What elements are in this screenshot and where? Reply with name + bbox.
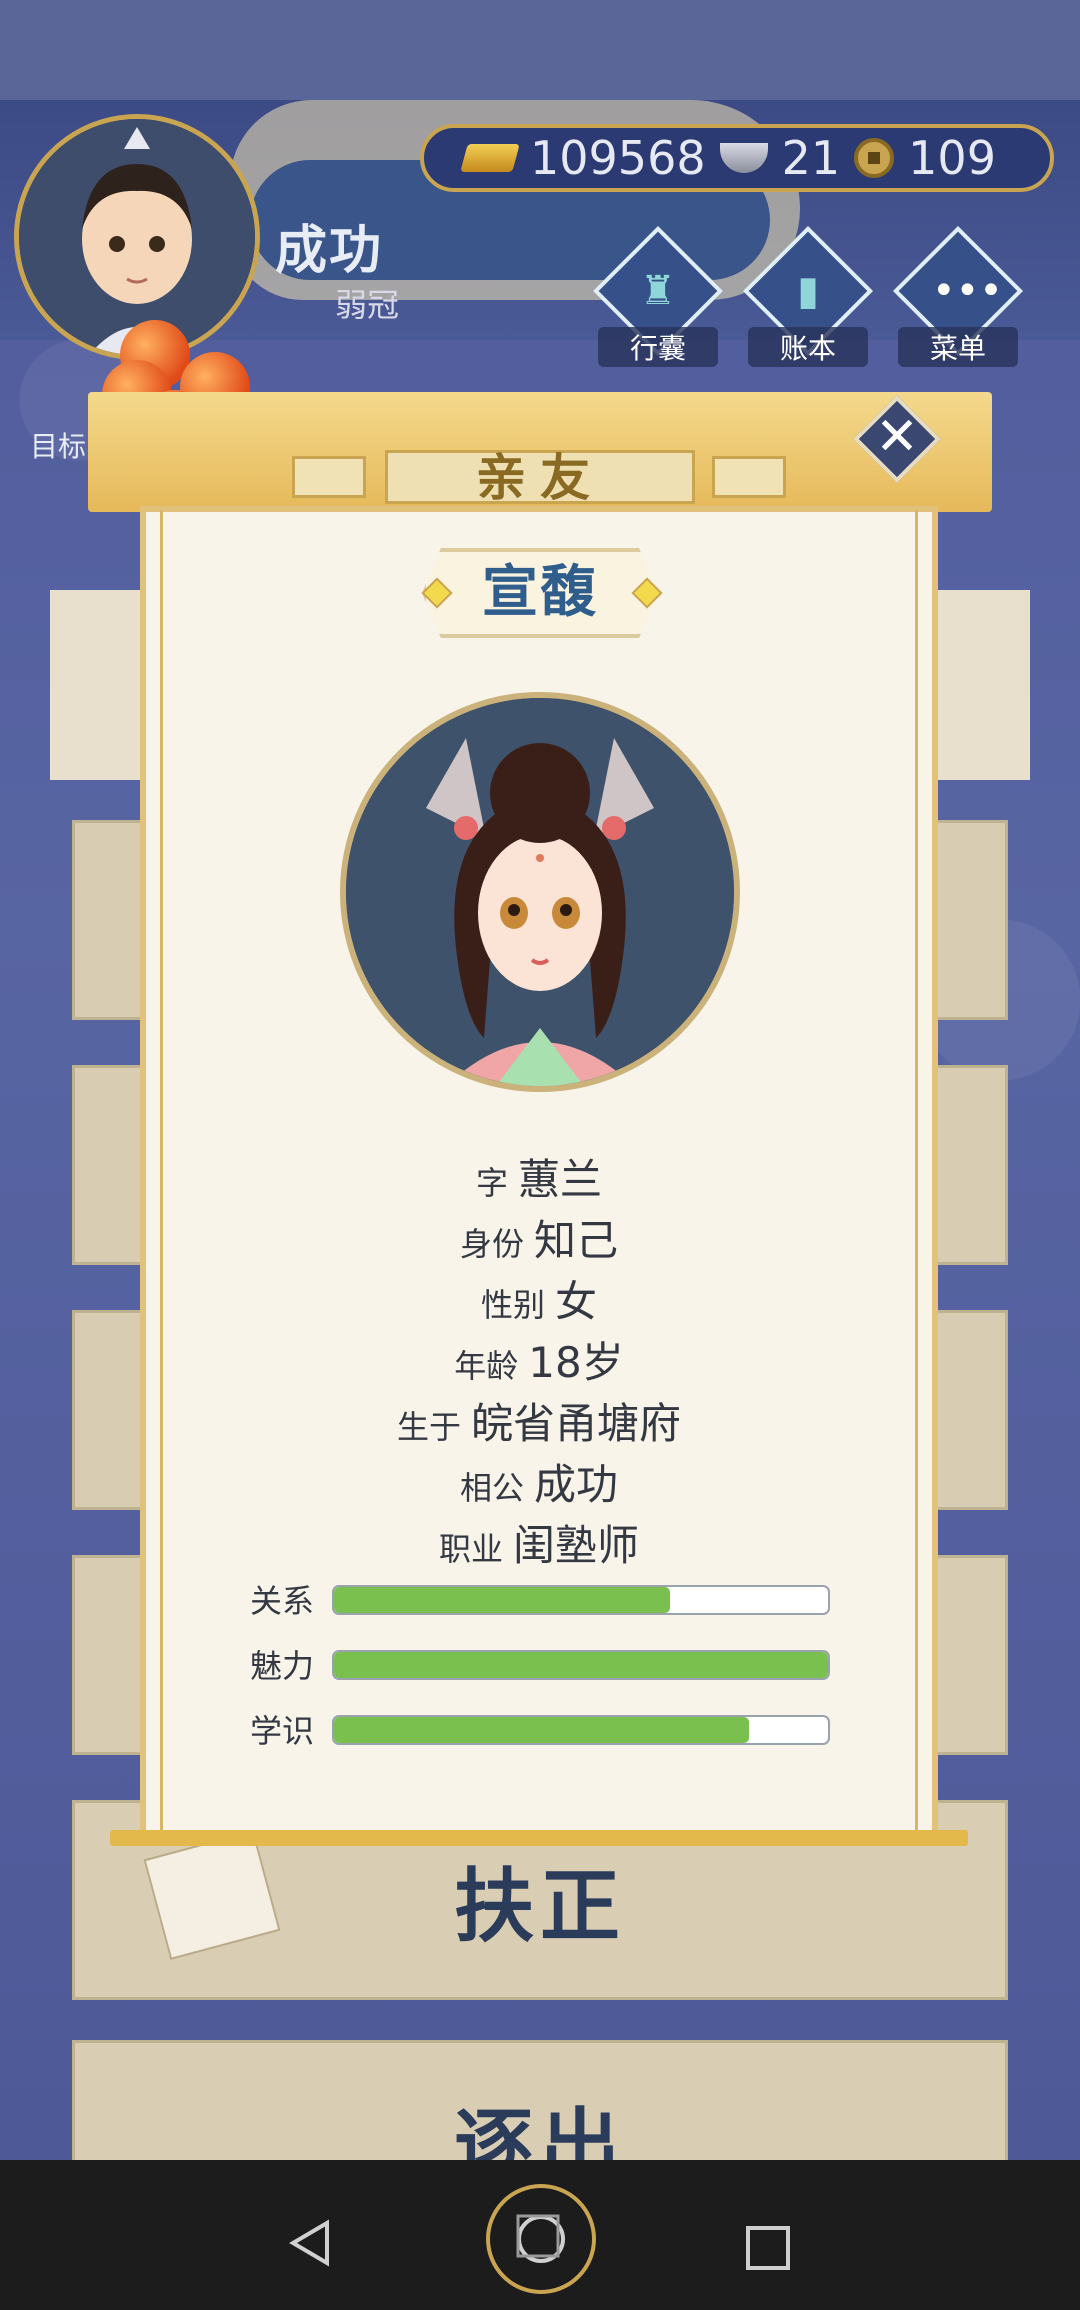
ledger-icon: ▮ (796, 268, 819, 314)
info-label: 字 (475, 1164, 508, 1202)
ledger-button[interactable]: ▮ 账本 (742, 225, 874, 367)
close-icon[interactable]: ✕ (864, 404, 930, 470)
stat-relationship: 关系 (250, 1581, 830, 1621)
info-row-age: 年龄 18岁 (140, 1329, 938, 1390)
info-value: 皖省甬塘府 (471, 1399, 682, 1448)
stat-knowledge: 学识 (250, 1711, 830, 1751)
bag-label: 行囊 (598, 327, 718, 367)
status-bar (0, 0, 1080, 100)
silver-ingot-icon (719, 143, 768, 173)
player-name: 成功 (275, 221, 384, 281)
gold-amount: 109568 (530, 131, 706, 185)
info-label: 年龄 (454, 1347, 519, 1385)
ledger-label: 账本 (748, 327, 868, 367)
player-rank: 弱冠 (335, 286, 400, 324)
currency-bar: 109568 21 109 (420, 124, 1054, 192)
header-ornament (292, 456, 366, 498)
info-label: 性别 (480, 1286, 545, 1324)
info-row-husband: 相公 成功 (140, 1451, 938, 1512)
coin-amount: 109 (908, 131, 996, 185)
stat-bar-track (332, 1715, 830, 1745)
info-label: 职业 (438, 1530, 503, 1568)
stat-label: 学识 (250, 1712, 315, 1750)
bag-button[interactable]: ♜ 行囊 (592, 225, 724, 367)
more-icon: ••• (932, 268, 1003, 314)
info-label: 相公 (459, 1469, 524, 1507)
character-portrait (340, 692, 740, 1092)
info-row-occupation: 职业 闺塾师 (140, 1512, 938, 1573)
info-label: 身份 (459, 1225, 524, 1263)
info-row-gender: 性别女 (140, 1268, 938, 1329)
info-value: 18岁 (528, 1338, 624, 1387)
target-label[interactable]: 目标 (30, 425, 86, 465)
stat-label: 关系 (250, 1582, 315, 1620)
stat-bar-track (332, 1650, 830, 1680)
dialog-title: 亲友 (385, 450, 695, 504)
silver-amount: 21 (781, 131, 841, 185)
stat-bar-fill (334, 1587, 670, 1613)
header-ornament (712, 456, 786, 498)
info-label: 生于 (396, 1408, 461, 1446)
stat-charm: 魅力 (250, 1646, 830, 1686)
recent-apps-icon[interactable] (746, 2226, 790, 2270)
stat-bar-fill (334, 1652, 828, 1678)
home-button[interactable] (486, 2184, 596, 2294)
copper-coin-icon (854, 138, 895, 178)
info-row-birthplace: 生于 皖省甬塘府 (140, 1390, 938, 1451)
info-value: 成功 (534, 1460, 619, 1509)
info-value: 闺塾师 (513, 1521, 640, 1570)
info-value: 知己 (534, 1216, 619, 1265)
menu-button[interactable]: ••• 菜单 (892, 225, 1024, 367)
back-icon[interactable] (285, 2218, 335, 2268)
bag-icon: ♜ (640, 268, 676, 314)
info-value: 女 (555, 1277, 598, 1326)
stat-bar-track (332, 1585, 830, 1615)
info-row-style-name: 字蕙兰 (140, 1146, 938, 1207)
info-row-identity: 身份 知己 (140, 1207, 938, 1268)
stat-label: 魅力 (250, 1647, 315, 1685)
scroll-bottom-rod (110, 1830, 968, 1846)
character-name: 宣馥 (482, 560, 598, 625)
menu-label: 菜单 (898, 327, 1018, 367)
stat-bar-fill (334, 1717, 749, 1743)
gold-ingot-icon (460, 144, 520, 172)
info-value: 蕙兰 (518, 1155, 603, 1204)
